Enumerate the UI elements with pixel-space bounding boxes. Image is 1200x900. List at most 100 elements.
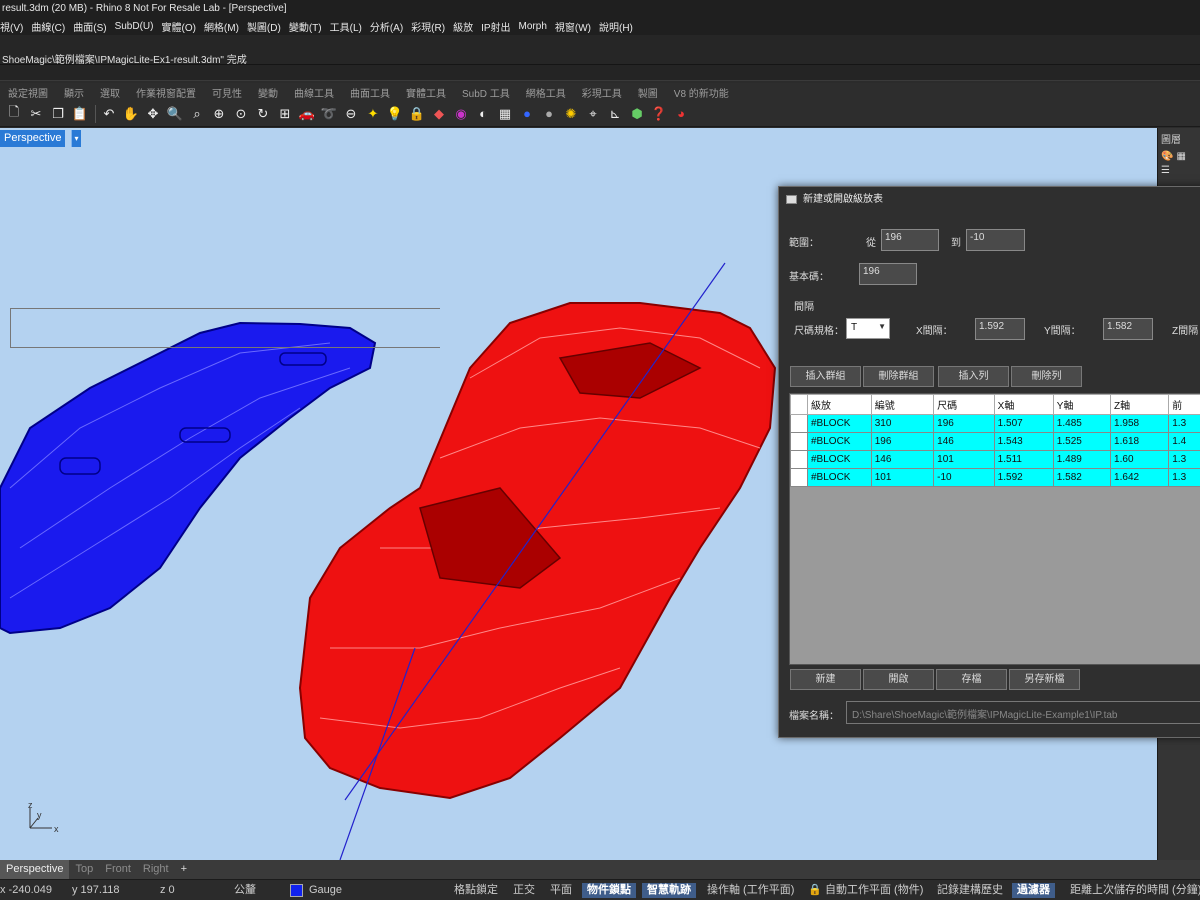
- tab-select[interactable]: 選取: [92, 85, 128, 100]
- four-viewports-icon[interactable]: ⊞: [275, 104, 295, 124]
- table-cell[interactable]: 1.507: [993, 414, 1054, 433]
- filter-toggle[interactable]: 過濾器: [1012, 883, 1055, 898]
- rhino-logo-icon[interactable]: ◕: [671, 104, 691, 124]
- table-cell[interactable]: 1.511: [993, 450, 1054, 469]
- table-row[interactable]: #BLOCK 101 -10 1.592 1.582 1.642 1.3: [790, 468, 1200, 487]
- insert-row-button[interactable]: 插入列: [938, 366, 1009, 387]
- ortho-toggle[interactable]: 正交: [508, 883, 540, 898]
- menu-analyze[interactable]: 分析(A): [370, 19, 411, 34]
- car-icon[interactable]: 🚗: [297, 104, 317, 124]
- properties-icon[interactable]: ⊖: [341, 104, 361, 124]
- tab-solid-tools[interactable]: 實體工具: [398, 85, 454, 100]
- tab-right[interactable]: Right: [137, 860, 175, 879]
- table-cell[interactable]: 101: [933, 450, 995, 469]
- layer-grid-icon[interactable]: ▦: [1176, 151, 1185, 162]
- osnap-toggle[interactable]: 物件鎖點: [582, 883, 636, 898]
- menu-window[interactable]: 視窗(W): [555, 19, 599, 34]
- tab-transform[interactable]: 變動: [250, 85, 286, 100]
- menu-solid[interactable]: 實體(O): [161, 19, 203, 34]
- zoom-extents-icon[interactable]: ⊕: [209, 104, 229, 124]
- copy-icon[interactable]: ❐: [48, 104, 68, 124]
- filename-field[interactable]: D:\Share\ShoeMagic\範例檔案\IPMagicLite-Exam…: [846, 701, 1200, 724]
- menu-subd[interactable]: SubD(U): [115, 21, 162, 32]
- menu-surface[interactable]: 曲面(S): [73, 19, 114, 34]
- column-header[interactable]: 前: [1168, 394, 1200, 415]
- tab-surface-tools[interactable]: 曲面工具: [342, 85, 398, 100]
- zoom-window-icon[interactable]: ⌕: [187, 104, 207, 124]
- range-to-input[interactable]: -10: [966, 229, 1025, 251]
- viewport-title[interactable]: Perspective: [0, 130, 66, 147]
- table-cell[interactable]: 1.60: [1110, 450, 1170, 469]
- menu-help[interactable]: 說明(H): [599, 19, 641, 34]
- tab-standard-views[interactable]: 設定視圖: [0, 85, 56, 100]
- zoom-selected-icon[interactable]: ⊙: [231, 104, 251, 124]
- column-header[interactable]: Z軸: [1110, 394, 1170, 415]
- zoom-icon[interactable]: 🔍: [165, 104, 185, 124]
- insert-group-button[interactable]: 插入群組: [790, 366, 861, 387]
- save-table-button[interactable]: 存檔: [936, 669, 1007, 690]
- column-header[interactable]: Y軸: [1052, 394, 1112, 415]
- x-interval-input[interactable]: 1.592: [975, 318, 1025, 340]
- table-cell[interactable]: 196: [933, 414, 995, 433]
- table-cell[interactable]: 1.485: [1052, 414, 1112, 433]
- menu-curve[interactable]: 曲線(C): [31, 19, 73, 34]
- table-cell[interactable]: 310: [870, 414, 935, 433]
- table-row[interactable]: #BLOCK 310 196 1.507 1.485 1.958 1.3: [790, 414, 1200, 433]
- tab-curve-tools[interactable]: 曲線工具: [286, 85, 342, 100]
- grading-table[interactable]: 級放 編號 尺碼 X軸 Y軸 Z軸 前 #BLOCK 310 196 1.507…: [789, 393, 1200, 665]
- table-cell[interactable]: 146: [870, 450, 935, 469]
- cut-icon[interactable]: ✂: [26, 104, 46, 124]
- row-header[interactable]: [790, 450, 808, 469]
- rotate-icon[interactable]: ↻: [253, 104, 273, 124]
- table-cell[interactable]: 146: [933, 432, 995, 451]
- grid-snap-toggle[interactable]: 格點鎖定: [449, 883, 503, 898]
- menu-mesh[interactable]: 網格(M): [204, 19, 247, 34]
- lock-icon[interactable]: 🔒: [407, 104, 427, 124]
- layer-color-swatch[interactable]: [290, 884, 303, 897]
- delete-group-button[interactable]: 刪除群組: [863, 366, 934, 387]
- menu-render[interactable]: 彩現(R): [411, 19, 453, 34]
- base-size-input[interactable]: 196: [859, 263, 917, 285]
- gumball-toggle[interactable]: 操作軸 (工作平面): [702, 883, 799, 898]
- table-cell[interactable]: -10: [933, 468, 995, 487]
- units[interactable]: 公釐: [234, 883, 256, 898]
- menu-ip-injection[interactable]: IP射出: [481, 19, 518, 34]
- tab-viewport-layout[interactable]: 作業視窗配置: [128, 85, 204, 100]
- menu-tools[interactable]: 工具(L): [330, 19, 370, 34]
- layer-list-icon[interactable]: ☰: [1161, 165, 1170, 176]
- undo-icon[interactable]: ↶: [99, 104, 119, 124]
- table-cell[interactable]: 1.543: [993, 432, 1054, 451]
- tab-top[interactable]: Top: [69, 860, 99, 879]
- new-icon[interactable]: 🗋: [4, 104, 24, 124]
- table-cell[interactable]: 1.3: [1168, 450, 1200, 469]
- help-icon[interactable]: ❓: [649, 104, 669, 124]
- smart-track-toggle[interactable]: 智慧軌跡: [642, 883, 696, 898]
- new-layer-icon[interactable]: 🎨: [1161, 151, 1173, 162]
- lasso-icon[interactable]: ➰: [319, 104, 339, 124]
- pan-hand-icon[interactable]: ✋: [121, 104, 141, 124]
- tab-visibility[interactable]: 可見性: [204, 85, 250, 100]
- row-header[interactable]: [790, 432, 808, 451]
- add-viewport-tab-button[interactable]: +: [175, 860, 193, 879]
- tab-display[interactable]: 顯示: [56, 85, 92, 100]
- bulb-icon[interactable]: 💡: [385, 104, 405, 124]
- tab-front[interactable]: Front: [99, 860, 137, 879]
- menu-view[interactable]: 視(V): [0, 19, 31, 34]
- record-history-toggle[interactable]: 記錄建構歷史: [932, 883, 1008, 898]
- blue-sphere-icon[interactable]: ●: [517, 104, 537, 124]
- tab-mesh-tools[interactable]: 網格工具: [518, 85, 574, 100]
- table-cell[interactable]: #BLOCK: [807, 450, 872, 469]
- save-as-button[interactable]: 另存新檔: [1009, 669, 1080, 690]
- column-header[interactable]: 尺碼: [933, 394, 995, 415]
- size-spec-select[interactable]: T ▼: [846, 318, 890, 339]
- new-table-button[interactable]: 新建: [790, 669, 861, 690]
- tab-render-tools[interactable]: 彩現工具: [574, 85, 630, 100]
- menu-transform[interactable]: 變動(T): [289, 19, 330, 34]
- table-cell[interactable]: 1.4: [1168, 432, 1200, 451]
- table-cell[interactable]: #BLOCK: [807, 414, 872, 433]
- material-sphere-icon[interactable]: ●: [539, 104, 559, 124]
- y-interval-input[interactable]: 1.582: [1103, 318, 1153, 340]
- color-wheel-icon[interactable]: ◉: [451, 104, 471, 124]
- table-row[interactable]: #BLOCK 146 101 1.511 1.489 1.60 1.3: [790, 450, 1200, 469]
- tab-drafting[interactable]: 製圖: [630, 85, 666, 100]
